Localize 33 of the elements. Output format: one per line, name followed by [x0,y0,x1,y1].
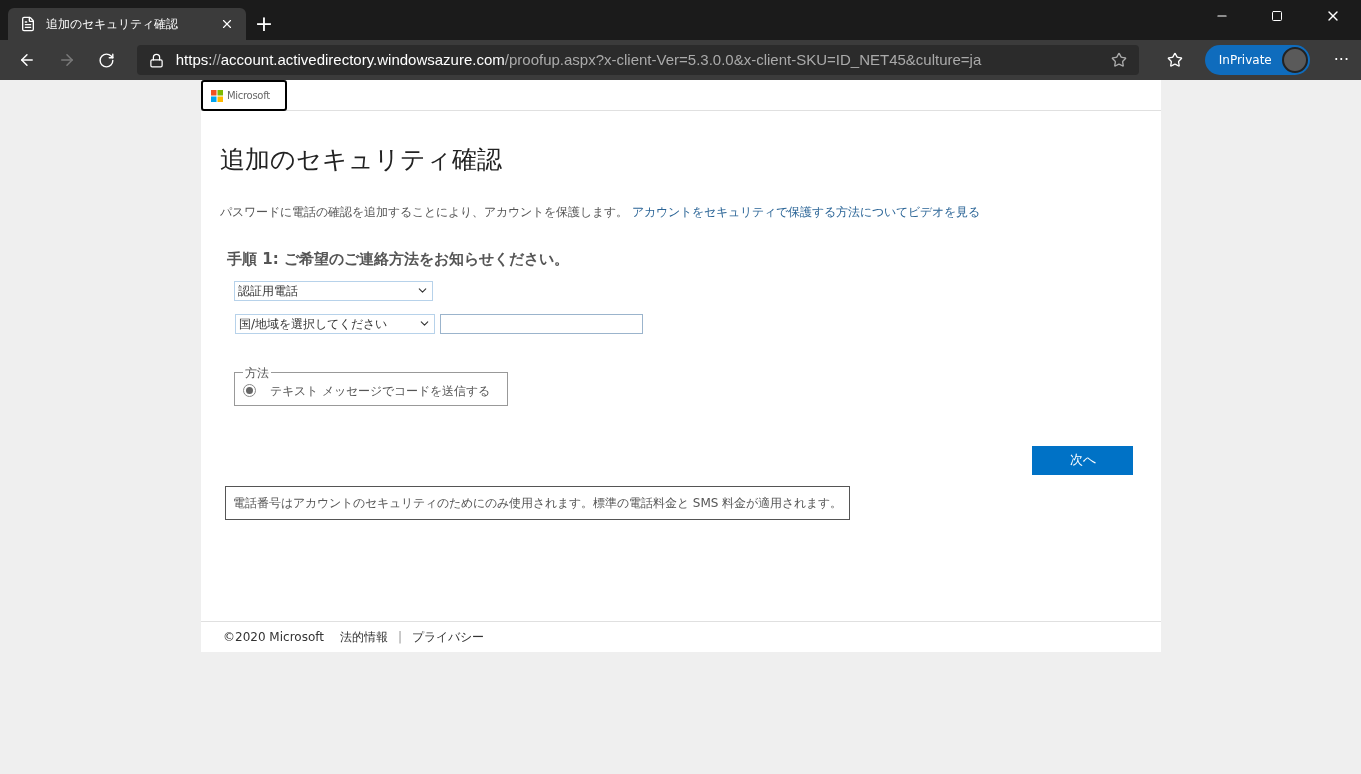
page-title: 追加のセキュリティ確認 [220,147,503,172]
avatar-icon [1281,47,1308,73]
method-label: テキスト メッセージでコードを送信する [270,382,490,400]
tab-title: 追加のセキュリティ確認 [46,16,179,33]
phone-number-field[interactable] [440,313,643,334]
back-icon[interactable] [18,51,36,69]
step-heading: 手順 1: ご希望のご連絡方法をお知らせください。 [227,249,570,270]
country-select[interactable]: 国/地域を選択してください [235,313,435,334]
video-link[interactable]: アカウントをセキュリティで保護する方法についてビデオを見る [632,203,980,221]
next-button[interactable]: 次へ [1032,445,1133,475]
refresh-icon[interactable] [97,51,115,69]
method-legend: 方法 [243,363,271,382]
url-text: https://account.activedirectory.windowsazure.com/proofup.aspx?x-client-Ver=5.3.0.0&x-client-SKU=ID_NET45&culture=ja [175,49,983,70]
address-bar[interactable]: https://account.activedirectory.windowsazure.com/proofup.aspx?x-client-Ver=5.3.0.0&x-client-SKU=ID_NET45&culture=ja [136,45,1139,75]
contact-method-select[interactable]: 認証用電話 [234,280,433,301]
footer-link[interactable]: 法的情報 [339,628,388,646]
new-tab-button[interactable]: + [246,8,282,40]
browser-tab[interactable]: 追加のセキュリティ確認 [8,8,246,40]
footer-link[interactable]: プライバシー [412,628,484,646]
link-separator: | [397,629,402,646]
favorites-list-icon[interactable] [1166,52,1183,68]
inprivate-button[interactable]: InPrivate [1204,45,1310,75]
windows-logo-icon [211,89,223,102]
copyright-text: ©2020 Microsoft [223,629,324,646]
intro-text: パスワードに電話の確認を追加することにより、アカウントを保護します。 [220,204,628,221]
favorite-star-icon[interactable] [1110,52,1127,68]
maximize-icon[interactable] [1271,10,1283,22]
logo-text: Microsoft [227,89,270,103]
page-icon [20,16,36,32]
notice-box: 電話番号はアカウントのセキュリティのためにのみ使用されます。標準の電話料金と SMS 料金が適用されます。 [225,485,851,520]
lock-icon [148,52,164,68]
close-tab-icon[interactable] [220,17,234,31]
more-button[interactable]: ··· [1333,48,1349,72]
